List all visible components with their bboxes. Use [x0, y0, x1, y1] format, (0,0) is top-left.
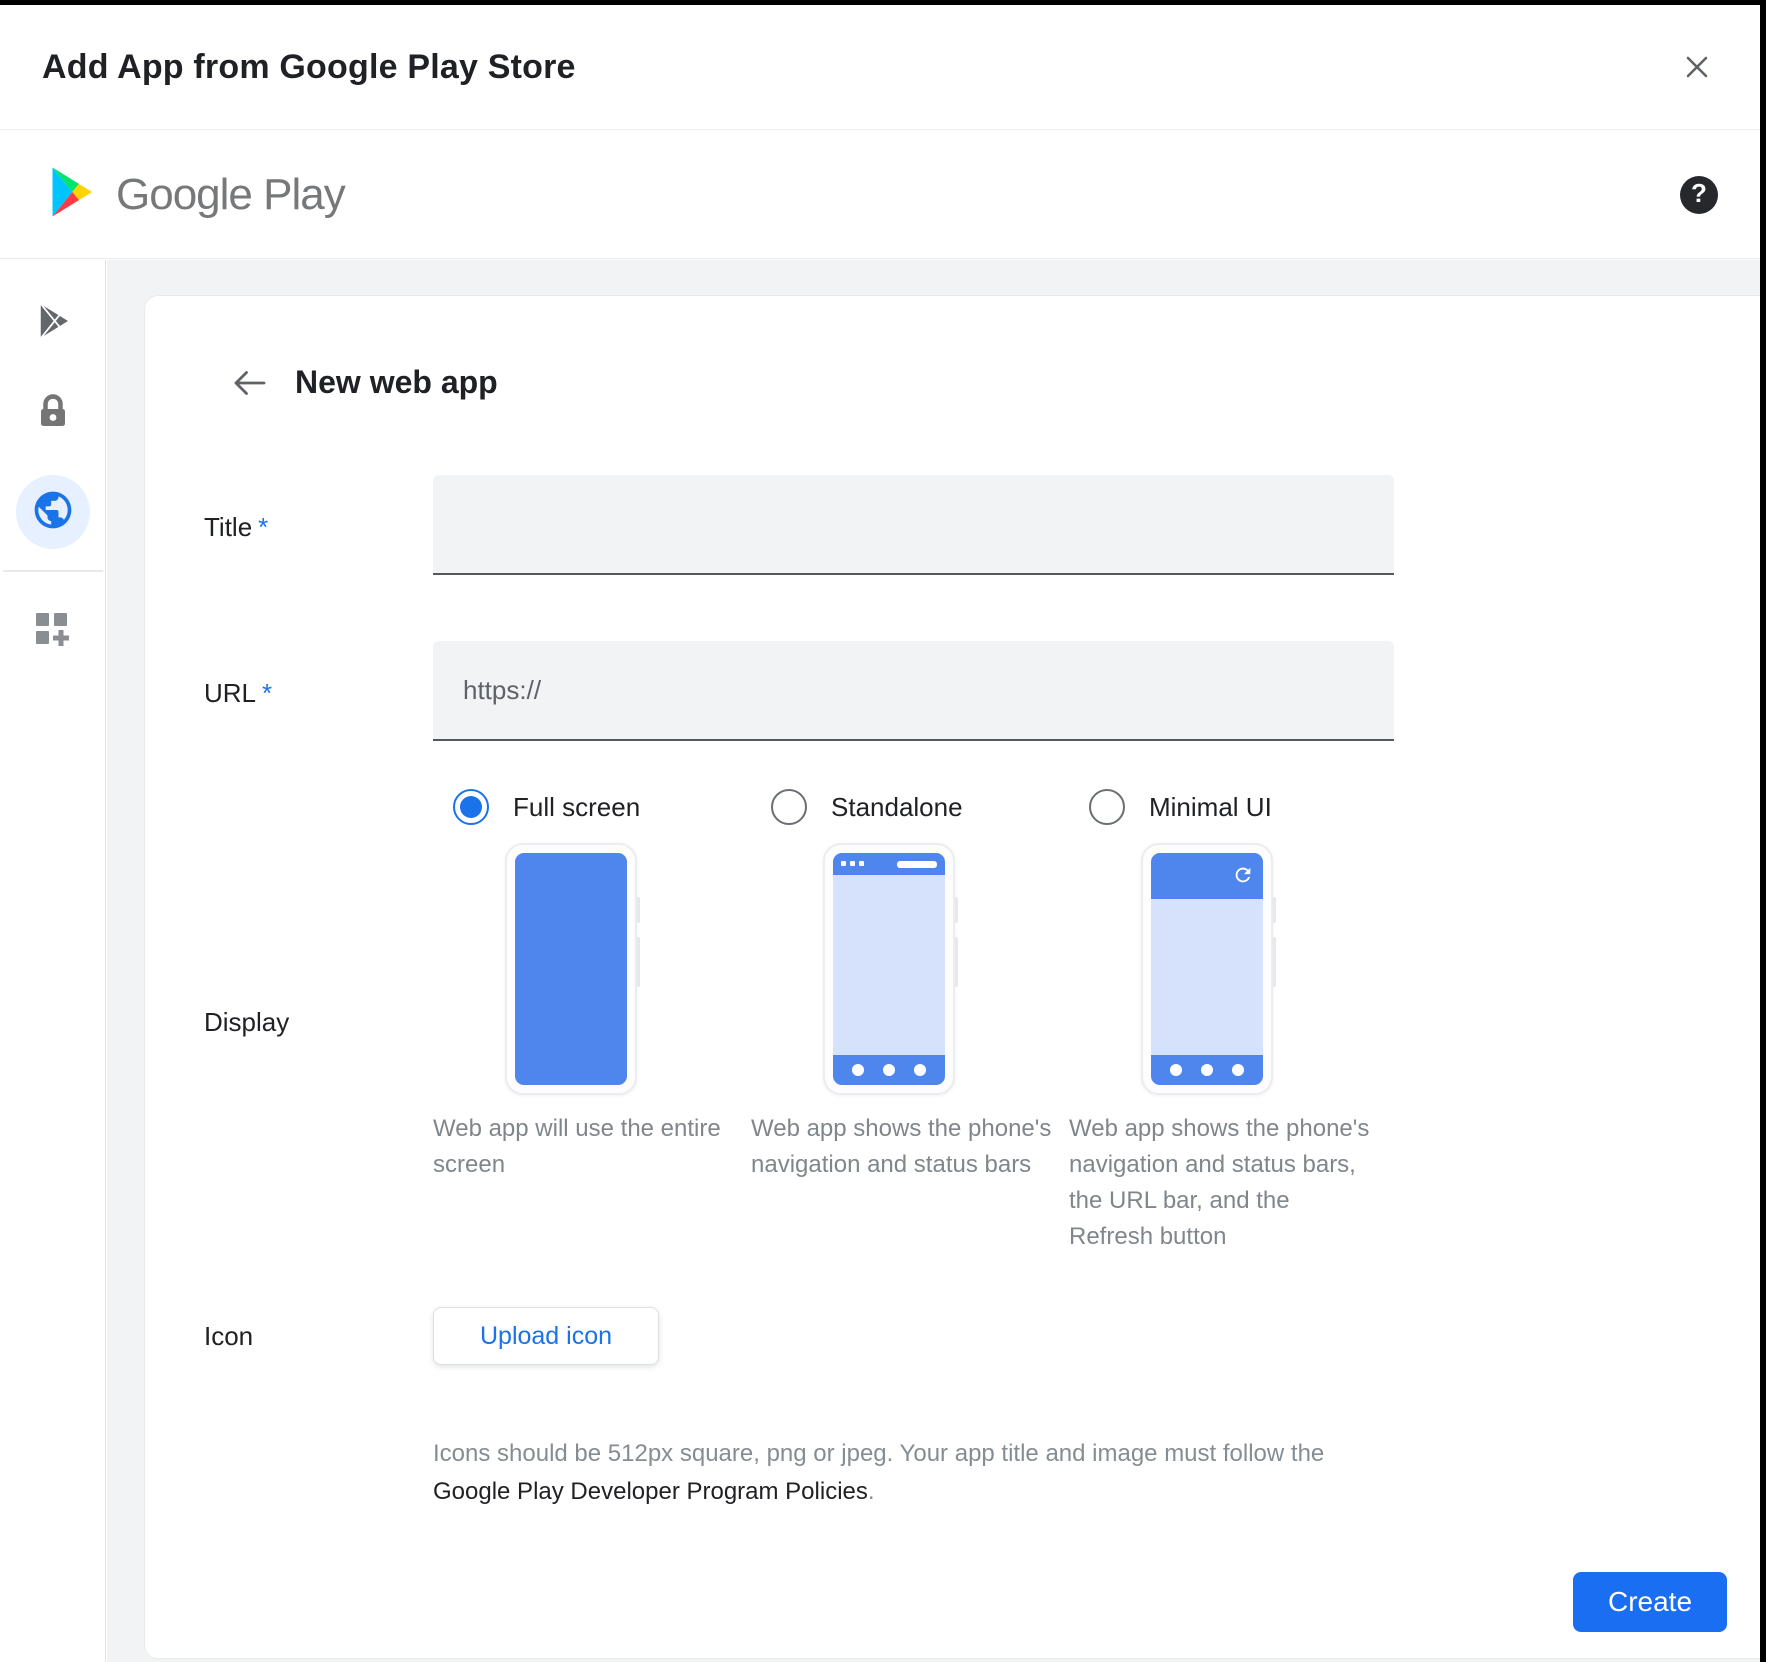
display-row: Display Full screen Web app will use the… [145, 789, 1760, 1255]
status-dots [841, 861, 864, 866]
display-options: Full screen Web app will use the entire … [433, 789, 1394, 1255]
dialog-titlebar: Add App from Google Play Store [0, 5, 1760, 130]
dialog-title: Add App from Google Play Store [42, 48, 576, 87]
full-screen-phone-illustration [505, 843, 637, 1095]
display-option-standalone: Standalone Web app shows the phone's nav… [751, 789, 1069, 1255]
url-row: URL* [145, 641, 1760, 741]
url-label: URL* [145, 678, 433, 741]
note-text: Icons should be 512px square, png or jpe… [433, 1440, 1324, 1467]
option-description: Web app shows the phone's navigation and… [1069, 1111, 1387, 1255]
option-description: Web app shows the phone's navigation and… [751, 1111, 1069, 1183]
navigation-bar [833, 1055, 945, 1085]
back-button[interactable] [229, 366, 269, 400]
close-icon [1682, 70, 1712, 85]
phone-screen [515, 853, 627, 1085]
screenshot-right-edge [1760, 0, 1766, 1662]
icon-requirements-note: Icons should be 512px square, png or jpe… [433, 1435, 1433, 1511]
option-label: Full screen [513, 792, 640, 823]
question-mark-icon: ? [1691, 178, 1707, 209]
brand-wordmark: Google Play [116, 170, 345, 220]
standalone-phone-illustration [823, 843, 955, 1095]
new-web-app-card: New web app Title* URL* Display [144, 295, 1760, 1659]
phone-screen [1151, 853, 1263, 1085]
play-store-icon [32, 298, 74, 349]
close-button[interactable] [1678, 48, 1716, 86]
url-bar [1151, 853, 1263, 899]
lock-icon [32, 391, 74, 438]
full-screen-radio-option[interactable]: Full screen [433, 789, 751, 825]
upload-icon-button[interactable]: Upload icon [433, 1307, 659, 1365]
help-button[interactable]: ? [1680, 176, 1718, 214]
sidebar-item-web-apps[interactable] [0, 462, 106, 562]
refresh-icon [1232, 864, 1254, 886]
policies-link[interactable]: Google Play Developer Program Policies [433, 1478, 868, 1505]
play-triangle-icon [42, 162, 98, 227]
sidebar-item-private-apps[interactable] [0, 366, 106, 462]
status-pill [897, 861, 937, 868]
url-input[interactable] [433, 641, 1394, 741]
option-label: Standalone [831, 792, 963, 823]
display-label: Display [145, 1007, 433, 1038]
status-bar [833, 853, 945, 875]
sidebar-item-organize-apps[interactable] [0, 584, 106, 680]
sidebar-item-play-store[interactable] [0, 280, 106, 366]
note-suffix: . [868, 1478, 875, 1505]
icon-label: Icon [145, 1321, 433, 1352]
radio-unselected-icon[interactable] [1089, 789, 1125, 825]
brand-bar: Google Play ? [0, 131, 1760, 259]
apps-add-icon [33, 610, 73, 655]
create-button[interactable]: Create [1573, 1572, 1727, 1632]
radio-selected-icon[interactable] [453, 789, 489, 825]
option-description: Web app will use the entire screen [433, 1111, 751, 1183]
minimal-ui-radio-option[interactable]: Minimal UI [1069, 789, 1387, 825]
heading-row: New web app [145, 364, 1760, 401]
required-asterisk: * [262, 678, 272, 708]
google-play-logo: Google Play [42, 162, 345, 227]
display-option-minimal-ui: Minimal UI [1069, 789, 1387, 1255]
title-label: Title* [145, 512, 433, 575]
radio-unselected-icon[interactable] [771, 789, 807, 825]
sidebar [0, 260, 106, 1662]
globe-icon [31, 488, 75, 537]
navigation-bar [1151, 1055, 1263, 1085]
phone-screen [833, 853, 945, 1085]
title-input[interactable] [433, 475, 1394, 575]
sidebar-divider [3, 570, 103, 572]
standalone-radio-option[interactable]: Standalone [751, 789, 1069, 825]
display-option-full-screen: Full screen Web app will use the entire … [433, 789, 751, 1255]
required-asterisk: * [258, 512, 268, 542]
option-label: Minimal UI [1149, 792, 1272, 823]
title-row: Title* [145, 475, 1760, 575]
back-arrow-icon [231, 386, 267, 401]
active-item-highlight [16, 475, 90, 549]
screenshot-top-edge [0, 0, 1766, 5]
icon-row: Icon Upload icon [145, 1307, 1760, 1365]
minimal-ui-phone-illustration [1141, 843, 1273, 1095]
page-title: New web app [295, 364, 498, 401]
content-area: New web app Title* URL* Display [107, 260, 1760, 1662]
